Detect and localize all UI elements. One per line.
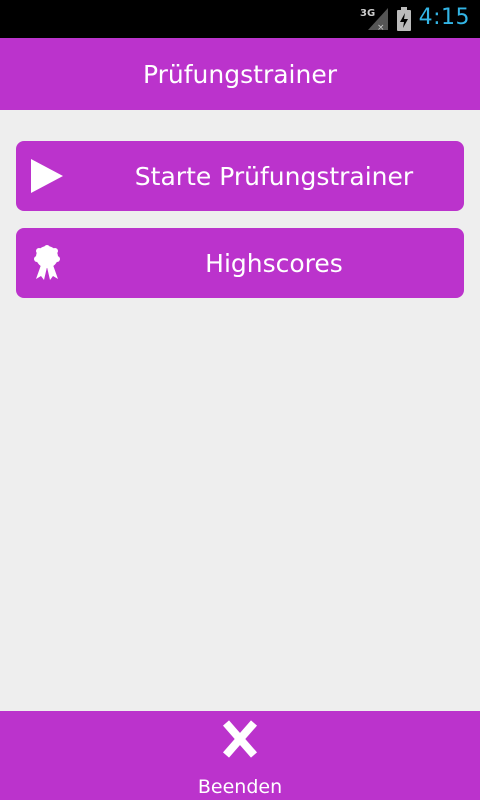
highscores-button[interactable]: Highscores [16,228,464,298]
start-trainer-label: Starte Prüfungstrainer [134,161,414,191]
exit-label: Beenden [197,776,283,798]
start-trainer-button[interactable]: Starte Prüfungstrainer [16,141,464,211]
close-x-icon [222,720,258,758]
status-time: 4:15 [418,5,470,30]
award-ribbon-icon [34,245,60,280]
status-bar: 3G × 4:15 [0,0,480,38]
highscores-label: Highscores [205,248,343,278]
network-type-label: 3G [360,8,375,19]
app-header: Prüfungstrainer [0,38,480,110]
exit-button[interactable]: Beenden [0,711,480,800]
battery-charging-icon [397,7,411,31]
play-icon [31,159,63,193]
signal-strength-icon: 3G × [360,8,388,31]
page-title: Prüfungstrainer [143,59,337,89]
svg-text:×: × [377,23,385,31]
